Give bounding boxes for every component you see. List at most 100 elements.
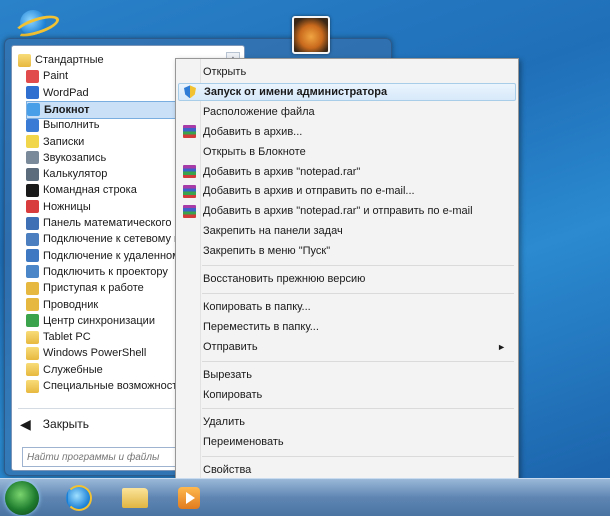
paint-icon xyxy=(26,69,39,83)
context-menu-item[interactable]: Добавить в архив и отправить по e-mail..… xyxy=(178,182,514,200)
taskbar-internet-explorer[interactable] xyxy=(60,482,98,513)
context-menu-label: Добавить в архив "notepad.rar" и отправи… xyxy=(203,205,473,218)
taskbar-windows-explorer[interactable] xyxy=(116,482,154,513)
winrar-icon xyxy=(182,204,196,218)
context-menu-item[interactable]: Вырезать xyxy=(178,366,514,384)
taskbar-media-player[interactable] xyxy=(170,482,208,513)
explorer-icon xyxy=(26,298,39,311)
internet-explorer-desktop-icon[interactable] xyxy=(12,8,62,42)
menu-separator xyxy=(202,360,514,362)
program-label: Проводник xyxy=(43,298,99,311)
context-menu-label: Расположение файла xyxy=(203,105,315,118)
context-menu-label: Переместить в папку... xyxy=(203,320,319,333)
context-menu-item[interactable]: Запуск от имени администратора xyxy=(178,82,516,101)
context-menu-item[interactable]: Закрепить в меню "Пуск" xyxy=(178,242,514,260)
context-menu-label: Копировать xyxy=(203,388,263,401)
context-menu-item[interactable]: Копировать в папку... xyxy=(178,298,514,316)
winrar-icon xyxy=(182,184,196,198)
context-menu-label: Запуск от имени администратора xyxy=(204,85,388,98)
folder-icon xyxy=(26,330,39,344)
context-menu-label: Открыть в Блокноте xyxy=(203,145,306,158)
context-menu-label: Восстановить прежнюю версию xyxy=(203,273,366,285)
wordpad-icon xyxy=(26,86,39,100)
taskbar xyxy=(0,478,610,516)
context-menu-label: Добавить в архив... xyxy=(203,125,303,138)
folder-icon xyxy=(26,346,39,360)
context-menu-item[interactable]: Восстановить прежнюю версию xyxy=(178,270,514,288)
sticky-notes-icon xyxy=(26,135,39,148)
run-icon xyxy=(26,118,39,132)
context-menu-item[interactable]: Открыть в Блокноте xyxy=(178,143,514,161)
folder-icon xyxy=(18,53,31,67)
start-orb-icon[interactable] xyxy=(5,481,39,515)
menu-separator xyxy=(202,456,514,458)
cmd-icon xyxy=(26,183,39,197)
media-player-icon xyxy=(178,486,200,509)
back-label: Закрыть xyxy=(42,417,89,431)
context-menu-item[interactable]: Добавить в архив "notepad.rar" и отправи… xyxy=(178,202,514,220)
context-menu: Открыть Запуск от имени администратора Рас… xyxy=(175,58,519,482)
context-menu-item[interactable]: Добавить в архив "notepad.rar" xyxy=(178,163,514,181)
program-label: Записки xyxy=(43,135,85,148)
context-menu-item[interactable]: Отправить ► xyxy=(178,338,514,356)
context-menu-label: Открыть xyxy=(203,66,247,78)
program-label: Windows PowerShell xyxy=(43,347,147,360)
program-label: Ножницы xyxy=(43,200,91,213)
context-menu-item[interactable]: Открыть xyxy=(178,63,514,81)
program-label: Приступая к работе xyxy=(43,282,144,295)
microphone-icon xyxy=(26,151,39,165)
program-label: WordPad xyxy=(43,86,89,99)
submenu-arrow-icon: ► xyxy=(497,341,506,352)
folder-icon xyxy=(26,363,39,377)
program-label: Блокнот xyxy=(44,103,90,116)
uac-shield-icon xyxy=(184,85,196,99)
network-projector-icon xyxy=(26,232,39,246)
context-menu-item[interactable]: Удалить xyxy=(178,413,514,431)
winrar-icon xyxy=(182,125,196,139)
user-avatar[interactable] xyxy=(292,16,330,54)
program-label: Командная строка xyxy=(43,184,137,197)
menu-separator xyxy=(202,408,514,410)
internet-explorer-icon xyxy=(66,484,92,511)
context-menu-item[interactable]: Копировать xyxy=(178,386,514,404)
menu-separator xyxy=(202,265,514,266)
projector-icon xyxy=(26,265,39,279)
context-menu-label: Свойства xyxy=(203,464,252,477)
winrar-icon xyxy=(182,165,196,178)
program-label: Звукозапись xyxy=(43,151,107,164)
context-menu-label: Переименовать xyxy=(203,436,284,449)
math-input-icon xyxy=(26,216,39,230)
context-menu-item[interactable]: Расположение файла xyxy=(178,103,514,121)
context-menu-label: Закрепить в меню "Пуск" xyxy=(203,245,331,258)
context-menu-item[interactable]: Переместить в папку... xyxy=(178,318,514,336)
program-label: Центр синхронизации xyxy=(43,314,155,327)
context-menu-item[interactable]: Свойства xyxy=(178,461,514,479)
calculator-icon xyxy=(26,167,39,181)
scissors-icon xyxy=(26,200,39,214)
context-menu-item[interactable]: Добавить в архив... xyxy=(178,123,514,141)
context-menu-label: Отправить xyxy=(203,340,258,353)
context-menu-label: Удалить xyxy=(203,416,245,429)
context-menu-label: Добавить в архив и отправить по e-mail..… xyxy=(203,185,415,198)
getting-started-icon xyxy=(26,281,39,295)
folder-icon xyxy=(26,379,39,393)
program-label: Tablet PC xyxy=(43,331,91,344)
context-menu-label: Закрепить на панели задач xyxy=(203,225,343,238)
context-menu-item[interactable]: Закрепить на панели задач xyxy=(178,222,514,240)
context-menu-label: Вырезать xyxy=(203,368,252,381)
context-menu-label: Добавить в архив "notepad.rar" xyxy=(203,165,361,178)
context-menu-label: Копировать в папку... xyxy=(203,300,311,313)
program-label: Калькулятор xyxy=(43,168,108,181)
windows-explorer-icon xyxy=(122,487,148,508)
program-label: Paint xyxy=(43,70,69,83)
program-label: Служебные xyxy=(43,363,103,376)
program-label: Выполнить xyxy=(43,119,100,132)
menu-separator xyxy=(202,292,514,294)
sync-center-icon xyxy=(26,314,39,328)
program-label: Подключить к проектору xyxy=(43,265,168,278)
program-label: Специальные возможности xyxy=(43,380,184,392)
remote-desktop-icon xyxy=(26,249,39,263)
back-arrow-icon: ◀ xyxy=(20,415,31,432)
notepad-icon xyxy=(27,103,40,117)
context-menu-item[interactable]: Переименовать xyxy=(178,433,514,451)
